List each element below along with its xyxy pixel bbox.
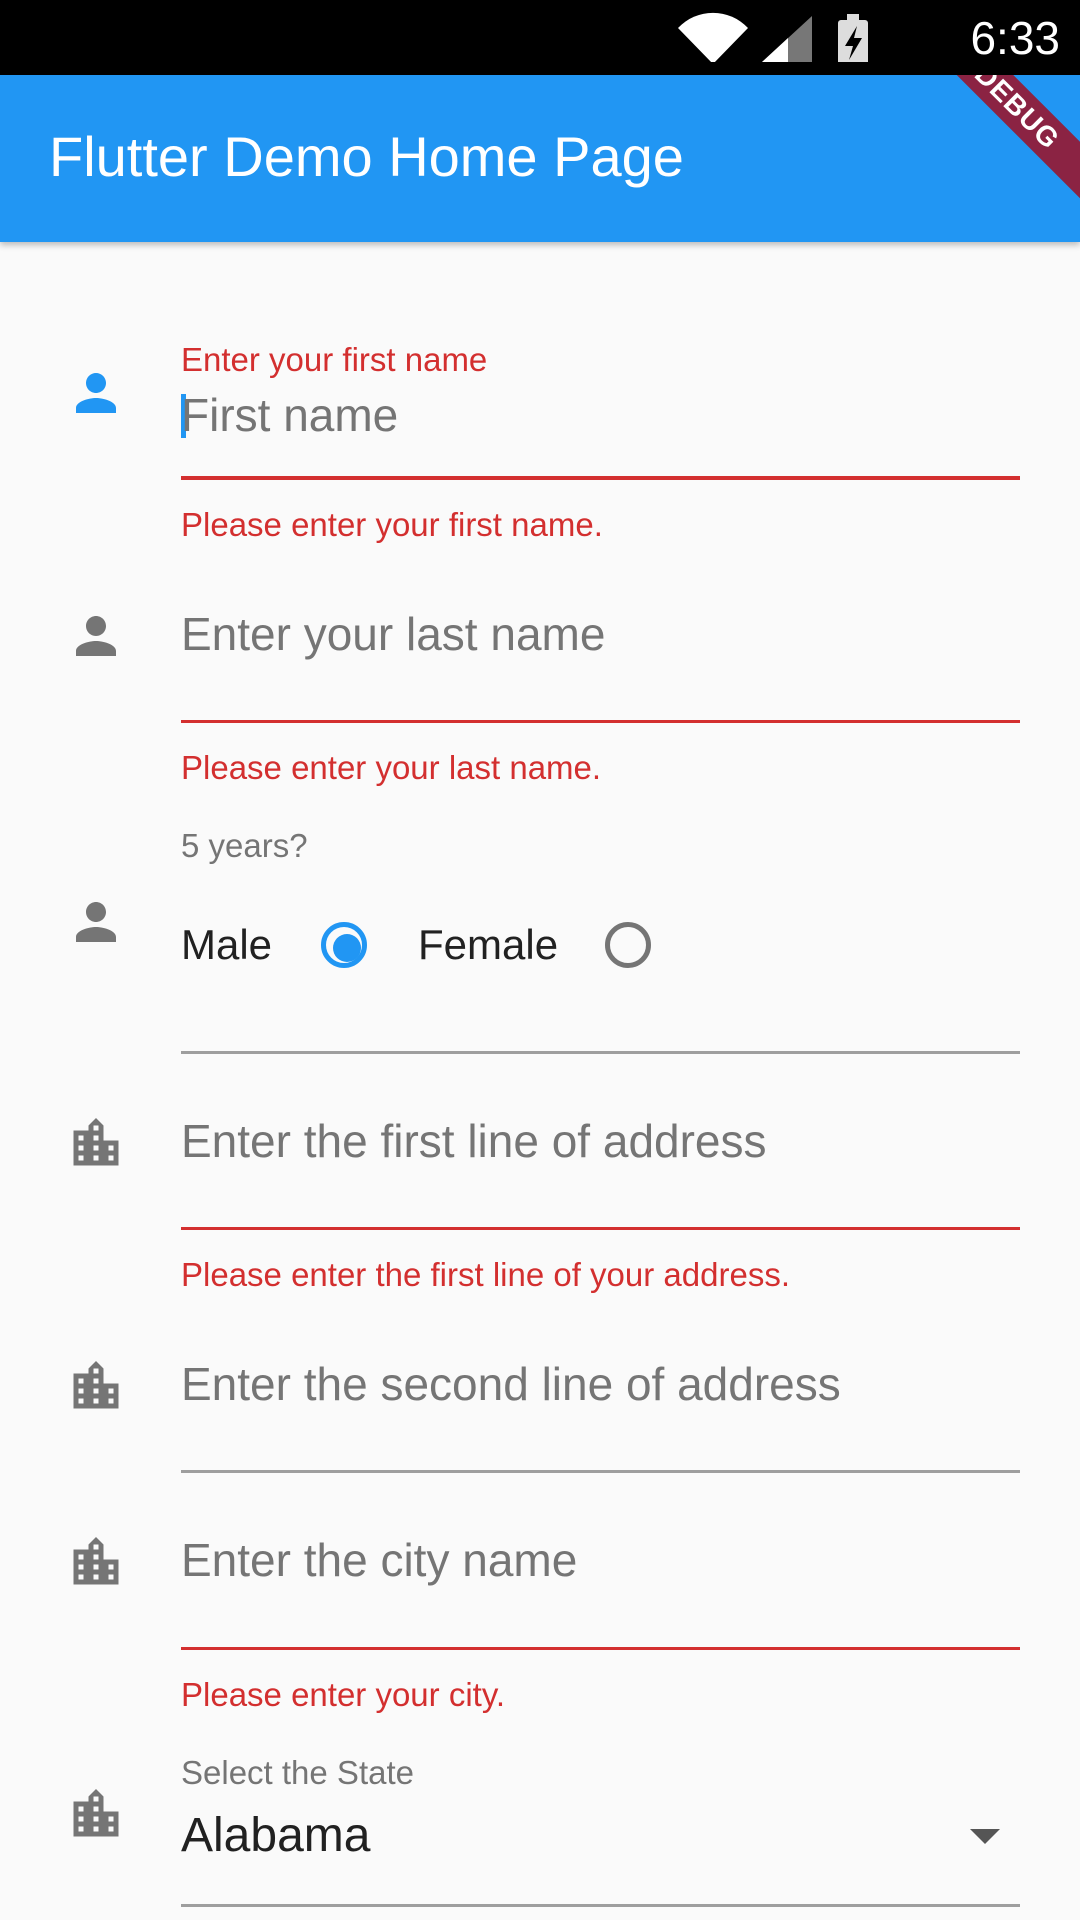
gender-label: 5 years? xyxy=(181,827,308,864)
first-name-error: Please enter your first name. xyxy=(181,506,603,543)
person-icon xyxy=(66,363,126,423)
address-line1-error: Please enter the first line of your addr… xyxy=(181,1256,790,1293)
first-name-underline xyxy=(181,476,1020,480)
debug-banner: DEBUG xyxy=(914,75,1080,210)
address-line1-input[interactable]: Enter the first line of address xyxy=(181,1113,767,1169)
status-bar: 6:33 xyxy=(0,0,1080,75)
person-icon xyxy=(66,892,126,952)
city-input[interactable]: Enter the city name xyxy=(181,1532,577,1588)
state-underline xyxy=(181,1904,1020,1907)
status-icons xyxy=(670,12,930,66)
location-city-icon xyxy=(66,1356,126,1416)
location-city-icon xyxy=(66,1784,126,1844)
wifi-icon xyxy=(678,12,868,66)
status-time: 6:33 xyxy=(970,12,1060,64)
first-name-input[interactable]: First name xyxy=(181,387,398,443)
female-radio[interactable] xyxy=(605,922,651,968)
address-line2-underline xyxy=(181,1470,1020,1473)
page-title: Flutter Demo Home Page xyxy=(49,125,684,188)
last-name-error: Please enter your last name. xyxy=(181,749,602,786)
gender-underline xyxy=(181,1051,1020,1054)
arrow-drop-down-icon[interactable] xyxy=(970,1829,1000,1844)
state-dropdown[interactable]: Alabama xyxy=(181,1808,370,1864)
radio-selected-dot xyxy=(333,934,361,962)
address-line2-input[interactable]: Enter the second line of address xyxy=(181,1356,841,1412)
male-label: Male xyxy=(181,921,273,968)
city-underline xyxy=(181,1647,1020,1650)
address-line1-underline xyxy=(181,1227,1020,1230)
app-bar: Flutter Demo Home Page DEBUG xyxy=(0,75,1080,242)
last-name-input[interactable]: Enter your last name xyxy=(181,606,605,662)
female-label: Female xyxy=(418,921,559,968)
first-name-label: Enter your first name xyxy=(181,341,488,378)
city-error: Please enter your city. xyxy=(181,1676,506,1713)
male-radio[interactable] xyxy=(321,922,367,968)
location-city-icon xyxy=(66,1113,126,1173)
location-city-icon xyxy=(66,1532,126,1592)
state-label: Select the State xyxy=(181,1754,414,1791)
last-name-underline xyxy=(181,720,1020,723)
person-icon xyxy=(66,606,126,666)
